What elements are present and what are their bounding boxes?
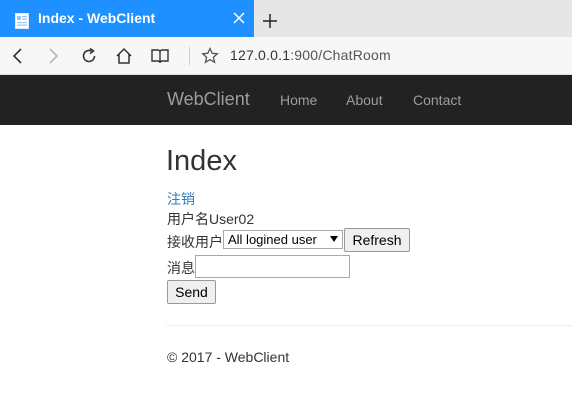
- plus-icon[interactable]: [262, 13, 278, 29]
- footer-divider: [166, 325, 572, 326]
- browser-tab[interactable]: Index - WebClient: [0, 0, 254, 37]
- nav-home[interactable]: Home: [280, 92, 317, 108]
- close-icon[interactable]: [232, 11, 246, 25]
- logout-link[interactable]: 注销: [167, 189, 195, 209]
- address-host: 127.0.0.1: [230, 47, 291, 63]
- address-bar[interactable]: 127.0.0.1:900/ChatRoom: [230, 47, 391, 63]
- brand-link[interactable]: WebClient: [167, 89, 250, 110]
- chevron-down-icon: [330, 236, 338, 242]
- page-title: Index: [166, 145, 237, 177]
- toolbar-divider: [189, 47, 190, 65]
- username-value: User02: [209, 211, 255, 227]
- nav-contact[interactable]: Contact: [413, 92, 461, 108]
- refresh-icon[interactable]: [79, 46, 99, 66]
- page-icon: [15, 13, 29, 29]
- back-arrow-icon[interactable]: [8, 46, 28, 66]
- send-button[interactable]: Send: [167, 280, 216, 304]
- footer-text: © 2017 - WebClient: [167, 349, 290, 365]
- receiver-label-row: 接收用户: [167, 232, 223, 252]
- reading-view-icon[interactable]: [150, 46, 170, 66]
- message-input[interactable]: [195, 255, 350, 278]
- username-row: 用户名User02: [167, 209, 254, 229]
- username-label: 用户名: [167, 211, 209, 227]
- refresh-button[interactable]: Refresh: [344, 228, 410, 252]
- browser-toolbar: 127.0.0.1:900/ChatRoom: [0, 37, 572, 75]
- nav-about[interactable]: About: [346, 92, 383, 108]
- receiver-select[interactable]: All logined user: [223, 230, 343, 249]
- star-icon[interactable]: [200, 46, 220, 66]
- address-path: :900/ChatRoom: [290, 47, 391, 63]
- tab-title: Index - WebClient: [38, 10, 156, 26]
- forward-arrow-icon[interactable]: [43, 46, 63, 66]
- receiver-label: 接收用户: [167, 234, 223, 250]
- receiver-selected-value: All logined user: [228, 232, 317, 247]
- message-label-row: 消息: [167, 258, 195, 278]
- home-icon[interactable]: [114, 46, 134, 66]
- message-label: 消息: [167, 260, 195, 276]
- site-navbar: WebClient Home About Contact: [0, 75, 572, 125]
- browser-tab-bar: Index - WebClient: [0, 0, 572, 37]
